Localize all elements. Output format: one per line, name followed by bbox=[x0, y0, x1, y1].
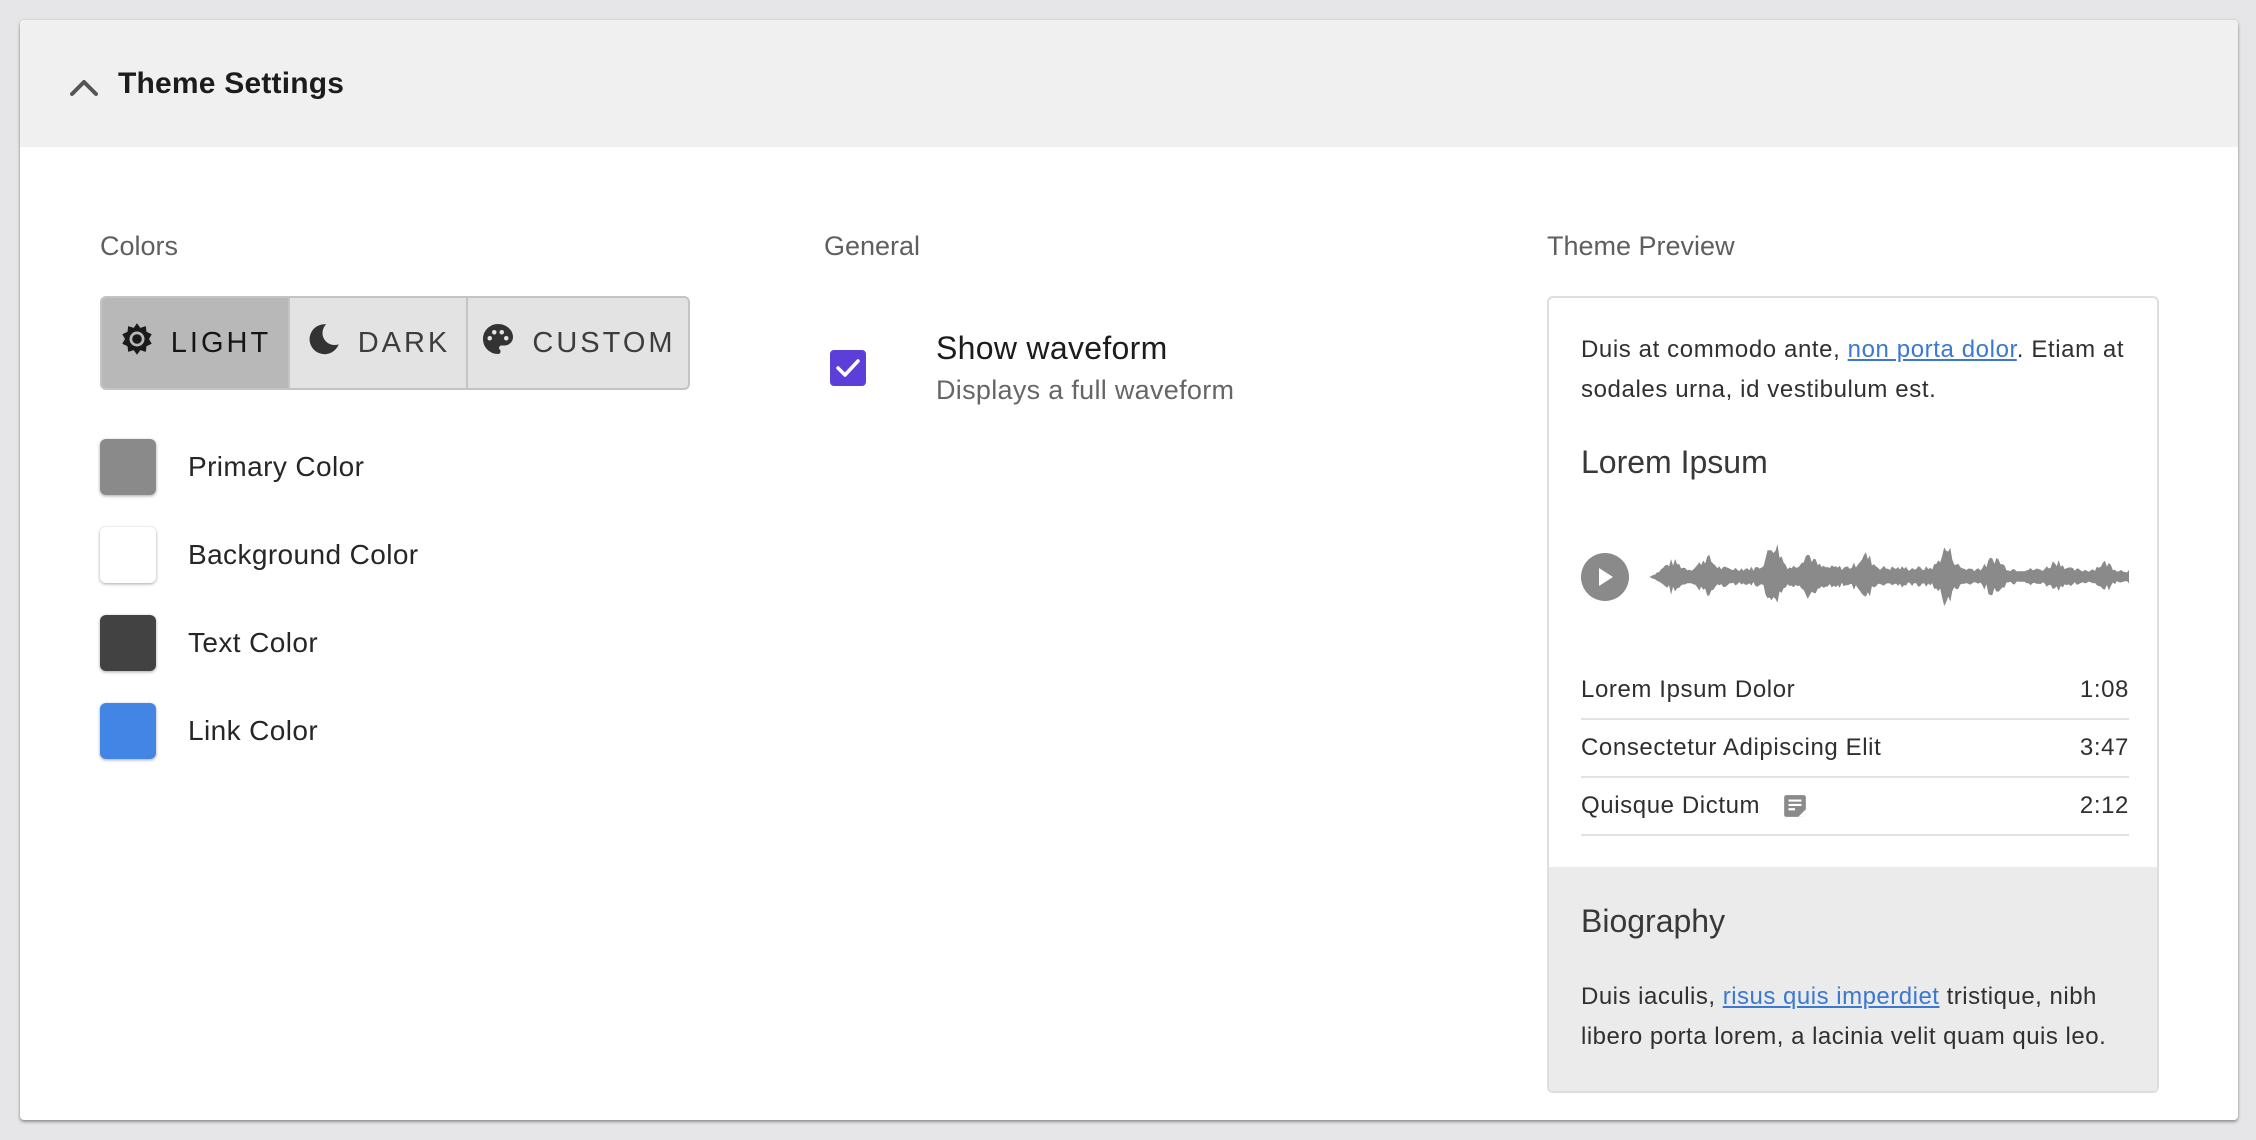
preview-intro-text: Duis at commodo ante, non porta dolor. E… bbox=[1581, 336, 2125, 403]
theme-preview-label: Theme Preview bbox=[1547, 231, 1735, 261]
track-row[interactable]: Consectetur Adipiscing Elit 3:47 bbox=[1581, 720, 2129, 778]
colors-section-label: Colors bbox=[100, 231, 179, 261]
theme-settings-header[interactable]: Theme Settings bbox=[20, 20, 2238, 147]
track-duration: 2:12 bbox=[2079, 792, 2129, 819]
play-icon bbox=[1599, 568, 1613, 586]
text-color-swatch[interactable] bbox=[100, 615, 156, 671]
dark-theme-label: DARK bbox=[357, 326, 451, 359]
general-section-label: General bbox=[824, 231, 921, 261]
biography-section: Biography Duis iaculis, risus quis imper… bbox=[1549, 867, 2157, 1091]
track-duration: 3:47 bbox=[2079, 734, 2129, 761]
link-color-label: Link Color bbox=[188, 715, 319, 746]
palette-icon bbox=[480, 321, 532, 365]
custom-theme-button[interactable]: CUSTOM bbox=[468, 298, 688, 388]
preview-intro-link[interactable]: non porta dolor bbox=[1848, 336, 2017, 363]
text-color-label: Text Color bbox=[188, 627, 319, 658]
moon-icon bbox=[306, 321, 358, 365]
background-color-swatch[interactable] bbox=[100, 527, 156, 583]
track-row[interactable]: Lorem Ipsum Dolor 1:08 bbox=[1581, 662, 2129, 720]
audio-player bbox=[1581, 522, 2129, 632]
dark-theme-button[interactable]: DARK bbox=[290, 298, 468, 388]
light-theme-label: LIGHT bbox=[170, 326, 272, 359]
track-duration: 1:08 bbox=[2079, 676, 2129, 703]
theme-mode-toggle: LIGHT DARK CUSTOM bbox=[100, 296, 690, 390]
background-color-label: Background Color bbox=[188, 539, 419, 570]
theme-preview-card: Duis at commodo ante, non porta dolor. E… bbox=[1547, 296, 2159, 1093]
album-title: Lorem Ipsum bbox=[1581, 444, 1768, 480]
biography-link[interactable]: risus quis imperdiet bbox=[1723, 983, 1940, 1010]
show-waveform-checkbox[interactable] bbox=[830, 350, 866, 386]
text-color-row[interactable]: Text Color bbox=[100, 615, 318, 671]
biography-title: Biography bbox=[1581, 903, 1726, 939]
light-theme-button[interactable]: LIGHT bbox=[102, 298, 290, 388]
link-color-swatch[interactable] bbox=[100, 703, 156, 759]
sun-icon bbox=[119, 321, 171, 365]
link-color-row[interactable]: Link Color bbox=[100, 703, 318, 759]
primary-color-label: Primary Color bbox=[188, 451, 365, 482]
show-waveform-subtitle: Displays a full waveform bbox=[936, 375, 1235, 405]
lyrics-icon[interactable] bbox=[1782, 793, 1808, 819]
chevron-up-icon[interactable] bbox=[64, 67, 104, 107]
primary-color-swatch[interactable] bbox=[100, 439, 156, 495]
background-color-row[interactable]: Background Color bbox=[100, 527, 419, 583]
checkmark-icon bbox=[836, 359, 860, 377]
waveform[interactable] bbox=[1649, 522, 2129, 632]
track-row[interactable]: Quisque Dictum 2:12 bbox=[1581, 778, 2129, 836]
show-waveform-title: Show waveform bbox=[936, 330, 1168, 366]
custom-theme-label: CUSTOM bbox=[532, 326, 676, 359]
theme-settings-panel: Theme Settings Colors LIGHT DARK CUSTOM … bbox=[20, 20, 2238, 1120]
biography-text: Duis iaculis, risus quis imperdiet trist… bbox=[1581, 983, 2107, 1050]
primary-color-row[interactable]: Primary Color bbox=[100, 439, 364, 495]
play-button[interactable] bbox=[1581, 553, 1629, 601]
show-waveform-option[interactable]: Show waveform Displays a full waveform bbox=[824, 330, 1234, 406]
panel-title: Theme Settings bbox=[118, 66, 345, 100]
track-list: Lorem Ipsum Dolor 1:08 Consectetur Adipi… bbox=[1581, 662, 2129, 836]
